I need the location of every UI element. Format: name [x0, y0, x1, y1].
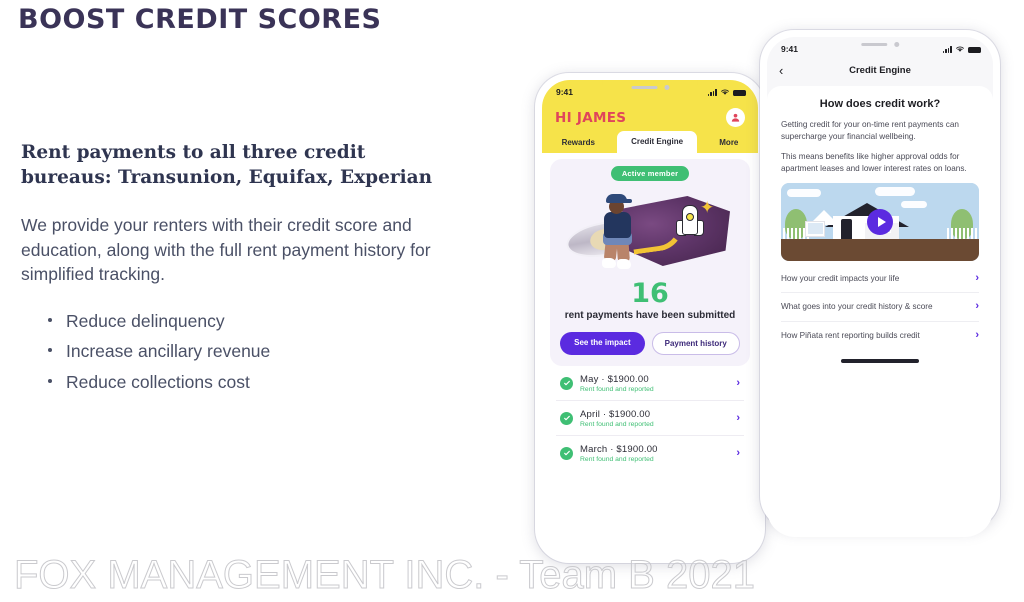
check-icon: [563, 381, 570, 386]
see-the-impact-button[interactable]: See the impact: [560, 331, 645, 355]
phone-notch: [830, 37, 930, 52]
list-item: Reduce collections cost: [44, 370, 498, 394]
lead-statement: Rent payments to all three credit bureau…: [21, 141, 433, 189]
chevron-right-icon[interactable]: ›: [736, 412, 740, 424]
status-icons: [707, 88, 746, 96]
payment-title: May · $1900.00: [580, 373, 649, 385]
article-list: How your credit impacts your life › What…: [781, 265, 979, 349]
payment-count-caption: rent payments have been submitted: [564, 310, 736, 321]
payment-info: April · $1900.00 Rent found and reported: [580, 409, 729, 428]
chevron-right-icon[interactable]: ›: [736, 377, 740, 389]
slide-root: BOOST CREDIT SCORES Rent payments to all…: [0, 0, 1024, 602]
payment-title: April · $1900.00: [580, 408, 651, 420]
space-collage-illustration: [565, 186, 734, 279]
paragraph-1: Getting credit for your on-time rent pay…: [781, 120, 959, 141]
cloud-icon: [875, 186, 915, 196]
list-item-label: What goes into your credit history & sco…: [781, 302, 933, 312]
play-button-icon[interactable]: [867, 208, 893, 235]
copy-column: BOOST CREDIT SCORES Rent payments to all…: [18, 0, 498, 400]
back-chevron-icon[interactable]: ‹: [779, 64, 783, 77]
fence-icon: [947, 227, 977, 239]
payment-history-button[interactable]: Payment history: [651, 331, 740, 355]
ground-background: [781, 238, 979, 261]
house-door-icon: [841, 218, 852, 239]
phone-mockup-credit-engine: 9:41 ‹ Credit Engine How does credit wor…: [760, 30, 1000, 537]
table-row[interactable]: March · $1900.00 Rent found and reported…: [556, 436, 744, 470]
list-item[interactable]: What goes into your credit history & sco…: [781, 293, 979, 322]
payment-title: March · $1900.00: [580, 443, 658, 455]
list-item-label: How your credit impacts your life: [781, 273, 900, 283]
check-icon: [563, 416, 570, 421]
tab-credit-engine[interactable]: Credit Engine: [617, 131, 698, 153]
cellular-signal-icon: [942, 46, 952, 53]
avatar[interactable]: [726, 108, 745, 127]
tab-more[interactable]: More: [710, 133, 747, 153]
list-item-label: How Piñata rent reporting builds credit: [781, 330, 920, 340]
greeting-text: HI JAMES: [555, 109, 627, 126]
tab-rewards[interactable]: Rewards: [553, 133, 604, 153]
phone-right-screen: 9:41 ‹ Credit Engine How does credit wor…: [767, 37, 993, 537]
payment-status: Rent found and reported: [580, 420, 654, 428]
list-item: Reduce delinquency: [44, 309, 498, 333]
phone-mockup-app-home: 9:41 HI JAMES Rewards Credit Engine More…: [535, 73, 765, 563]
app-header: 9:41 HI JAMES Rewards Credit Engine More: [542, 80, 758, 153]
camera-icon: [664, 85, 669, 90]
cloud-icon: [787, 188, 821, 197]
section-heading: How does credit work?: [819, 98, 941, 110]
chevron-right-icon[interactable]: ›: [975, 272, 979, 284]
nav-title: Credit Engine: [849, 65, 911, 76]
speaker-icon: [631, 86, 657, 89]
payment-count: 16: [631, 278, 669, 309]
payment-history-list: May · $1900.00 Rent found and reported ›…: [550, 366, 750, 470]
hero-button-row: See the impact Payment history: [560, 331, 740, 355]
status-time: 9:41: [556, 87, 574, 97]
check-circle-icon: [560, 446, 573, 460]
home-indicator: [841, 359, 919, 363]
speaker-icon: [861, 43, 887, 46]
body-paragraph: We provide your renters with their credi…: [21, 214, 431, 285]
payment-info: March · $1900.00 Rent found and reported: [580, 444, 729, 463]
benefits-list: Reduce delinquency Increase ancillary re…: [44, 309, 498, 393]
paragraph-2: This means benefits like higher approval…: [781, 151, 967, 173]
person-illustration: [596, 190, 642, 272]
chevron-right-icon[interactable]: ›: [975, 329, 979, 341]
greeting-row: HI JAMES: [542, 102, 758, 131]
table-row[interactable]: May · $1900.00 Rent found and reported ›: [556, 366, 744, 401]
list-item[interactable]: How Piñata rent reporting builds credit …: [781, 322, 979, 349]
chevron-right-icon[interactable]: ›: [975, 301, 979, 312]
watermark: FOX MANAGEMENT INC. - Team B 2021: [14, 553, 756, 598]
phone-notch: [602, 80, 698, 95]
wifi-icon: [956, 46, 964, 52]
status-badge: Active member: [610, 166, 690, 181]
nav-bar: ‹ Credit Engine: [767, 59, 993, 86]
house-window-icon: [807, 221, 824, 235]
app-body: Active member 16 rent payments have been…: [542, 153, 758, 470]
phone-left-screen: 9:41 HI JAMES Rewards Credit Engine More…: [542, 80, 758, 556]
status-time: 9:41: [781, 44, 799, 54]
list-item: Increase ancillary revenue: [44, 339, 498, 363]
app-tab-bar: Rewards Credit Engine More: [542, 131, 758, 153]
page-title: BOOST CREDIT SCORES: [18, 4, 382, 35]
battery-icon: [733, 89, 746, 96]
content-sheet: How does credit work? Getting credit for…: [767, 86, 993, 537]
table-row[interactable]: April · $1900.00 Rent found and reported…: [556, 401, 744, 436]
check-circle-icon: [560, 376, 573, 390]
cellular-signal-icon: [707, 89, 717, 96]
list-item[interactable]: How your credit impacts your life ›: [781, 265, 979, 294]
payment-status: Rent found and reported: [580, 455, 654, 463]
rocket-icon: [676, 202, 704, 242]
payment-status: Rent found and reported: [580, 385, 654, 393]
payment-info: May · $1900.00 Rent found and reported: [580, 374, 729, 393]
camera-icon: [894, 42, 899, 47]
credit-hero-card: Active member 16 rent payments have been…: [550, 159, 750, 366]
wifi-icon: [721, 89, 729, 95]
check-circle-icon: [560, 411, 573, 425]
user-icon: [731, 113, 740, 122]
check-icon: [563, 451, 570, 456]
chevron-right-icon[interactable]: ›: [736, 447, 740, 459]
status-icons: [942, 45, 981, 53]
video-thumbnail[interactable]: [781, 182, 979, 261]
battery-icon: [968, 46, 981, 53]
